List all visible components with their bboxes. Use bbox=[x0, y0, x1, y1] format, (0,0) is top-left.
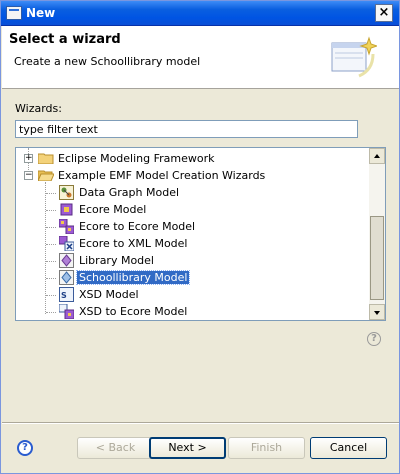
scroll-up-button[interactable] bbox=[369, 148, 385, 164]
schoollibrary-icon bbox=[59, 270, 74, 285]
tree-item-label: Ecore to Ecore Model bbox=[79, 220, 196, 233]
scroll-down-button[interactable] bbox=[369, 304, 385, 320]
folder-icon bbox=[38, 153, 54, 164]
back-button[interactable]: < Back bbox=[77, 437, 154, 459]
finish-button[interactable]: Finish bbox=[228, 437, 305, 459]
button-bar-divider bbox=[2, 422, 399, 424]
data-graph-icon bbox=[59, 185, 74, 200]
tree-item-label: Eclipse Modeling Framework bbox=[58, 152, 215, 165]
wizards-label: Wizards: bbox=[15, 102, 62, 115]
tree-item-xsd-model[interactable]: S XSD Model bbox=[16, 286, 370, 303]
wizard-sparkle-icon bbox=[331, 36, 377, 78]
expand-toggle[interactable]: + bbox=[24, 154, 33, 163]
tree-item-label: Data Graph Model bbox=[79, 186, 180, 199]
page-description: Create a new Schoollibrary model bbox=[14, 55, 201, 68]
xsd-to-ecore-icon bbox=[59, 304, 74, 319]
tree-item-label: Library Model bbox=[79, 254, 154, 267]
collapse-toggle[interactable]: − bbox=[24, 171, 33, 180]
title-bar[interactable]: New × bbox=[1, 1, 399, 26]
wizard-banner: Select a wizard Create a new Schoollibra… bbox=[2, 26, 399, 89]
description-help-icon[interactable]: ? bbox=[367, 332, 381, 346]
folder-open-icon bbox=[38, 170, 54, 181]
new-wizard-icon bbox=[6, 6, 22, 20]
tree-vertical-scrollbar[interactable] bbox=[369, 148, 385, 320]
wizard-filter-input[interactable] bbox=[15, 120, 358, 138]
ecore-to-ecore-icon bbox=[59, 219, 74, 234]
tree-item-library-model[interactable]: Library Model bbox=[16, 252, 370, 269]
wizard-tree[interactable]: + Eclipse Modeling Framework − Example E… bbox=[15, 147, 386, 321]
tree-item-label: Schoollibrary Model bbox=[75, 270, 191, 285]
tree-item-label: Ecore Model bbox=[79, 203, 147, 216]
svg-text:S: S bbox=[61, 291, 67, 300]
page-title: Select a wizard bbox=[9, 32, 121, 47]
tree-item-eclipse-modeling-framework[interactable]: + Eclipse Modeling Framework bbox=[16, 150, 370, 167]
ecore-icon bbox=[60, 203, 73, 216]
tree-item-ecore-to-ecore-model[interactable]: Ecore to Ecore Model bbox=[16, 218, 370, 235]
xsd-icon: S bbox=[59, 287, 74, 302]
cancel-button[interactable]: Cancel bbox=[310, 437, 387, 459]
help-icon[interactable]: ? bbox=[17, 440, 33, 456]
tree-item-ecore-model[interactable]: Ecore Model bbox=[16, 201, 370, 218]
next-button[interactable]: Next > bbox=[149, 437, 226, 459]
window-title: New bbox=[26, 6, 56, 20]
tree-item-ecore-to-xml-model[interactable]: Ecore to XML Model bbox=[16, 235, 370, 252]
tree-item-xsd-to-ecore-model[interactable]: XSD to Ecore Model bbox=[16, 303, 370, 320]
tree-item-data-graph-model[interactable]: Data Graph Model bbox=[16, 184, 370, 201]
tree-item-label: Example EMF Model Creation Wizards bbox=[58, 169, 266, 182]
tree-item-label: Ecore to XML Model bbox=[79, 237, 188, 250]
close-button[interactable]: × bbox=[375, 4, 393, 22]
tree-item-label: XSD to Ecore Model bbox=[79, 305, 188, 318]
tree-item-example-emf-wizards[interactable]: − Example EMF Model Creation Wizards bbox=[16, 167, 370, 184]
library-icon bbox=[59, 253, 74, 268]
scroll-thumb[interactable] bbox=[370, 216, 384, 300]
tree-item-label: XSD Model bbox=[79, 288, 139, 301]
new-wizard-dialog: New × Select a wizard Create a new Schoo… bbox=[0, 0, 400, 474]
ecore-to-xml-icon bbox=[59, 236, 74, 251]
tree-item-schoollibrary-model[interactable]: Schoollibrary Model bbox=[16, 269, 370, 286]
